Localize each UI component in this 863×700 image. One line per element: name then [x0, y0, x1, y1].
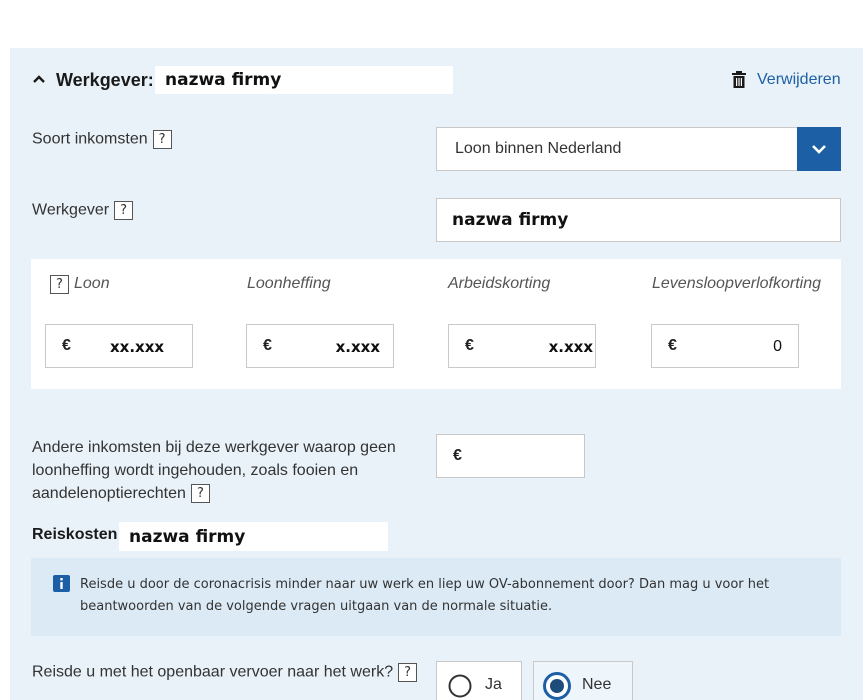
- help-icon[interactable]: ?: [152, 130, 172, 149]
- radio-checked-icon: [543, 672, 571, 700]
- public-transport-question: Reisde u met het openbaar vervoer naar h…: [32, 663, 418, 682]
- leave-credit-value: 0: [773, 338, 782, 355]
- euro-sign: €: [263, 337, 272, 354]
- tax-input[interactable]: € x.xxx: [246, 324, 394, 368]
- labour-credit-input[interactable]: € x.xxx: [448, 324, 596, 368]
- employer-name-box: nazwa firmy: [155, 66, 453, 94]
- labour-credit-column-label: Arbeidskorting: [448, 275, 551, 292]
- select-toggle-button[interactable]: [797, 127, 841, 171]
- travel-costs-heading: Reiskosten: [32, 526, 118, 543]
- other-income-input[interactable]: €: [436, 434, 585, 478]
- euro-sign: €: [62, 337, 71, 354]
- employer-input-value: nazwa firmy: [452, 210, 569, 230]
- euro-sign: €: [465, 337, 474, 354]
- travel-employer-name: nazwa firmy: [129, 527, 246, 547]
- employer-label: Werkgever?: [32, 201, 134, 220]
- radio-option-ja[interactable]: Ja: [436, 661, 522, 700]
- info-icon: [53, 575, 70, 592]
- income-type-label: Soort inkomsten?: [32, 130, 172, 149]
- wage-input[interactable]: € xx.xxx: [45, 324, 193, 368]
- chevron-down-icon: [812, 145, 826, 154]
- income-type-value: Loon binnen Nederland: [455, 140, 622, 157]
- remove-button[interactable]: Verwijderen: [757, 71, 841, 89]
- help-icon[interactable]: ?: [190, 484, 210, 504]
- radio-option-nee[interactable]: Nee: [533, 661, 633, 700]
- chevron-up-icon[interactable]: [32, 72, 46, 86]
- income-type-select[interactable]: Loon binnen Nederland: [436, 127, 841, 171]
- info-box: Reisde u door de coronacrisis minder naa…: [31, 558, 841, 636]
- other-income-label: Andere inkomsten bij deze werkgever waar…: [32, 439, 396, 504]
- labour-credit-value: x.xxx: [548, 338, 593, 356]
- radio-label-ja: Ja: [485, 676, 502, 693]
- help-icon[interactable]: ?: [50, 275, 69, 294]
- euro-sign: €: [453, 447, 462, 464]
- info-text: Reisde u door de coronacrisis minder naa…: [80, 577, 770, 614]
- wage-column-label: Loon: [74, 275, 110, 292]
- section-title: Werkgever:: [56, 70, 154, 90]
- radio-label-nee: Nee: [582, 676, 612, 693]
- radio-unchecked-icon: [448, 674, 472, 698]
- tax-column-label: Loonheffing: [247, 275, 331, 292]
- help-icon[interactable]: ?: [398, 663, 418, 682]
- employer-input[interactable]: nazwa firmy: [436, 198, 841, 242]
- euro-sign: €: [668, 337, 677, 354]
- leave-credit-input[interactable]: € 0: [651, 324, 799, 368]
- travel-employer-box: nazwa firmy: [119, 522, 388, 551]
- leave-credit-column-label: Levensloopverlofkorting: [652, 275, 821, 292]
- employer-name: nazwa firmy: [165, 70, 282, 90]
- help-icon[interactable]: ?: [114, 201, 134, 220]
- wage-value: xx.xxx: [110, 338, 165, 356]
- tax-value: x.xxx: [335, 338, 380, 356]
- trash-icon[interactable]: [731, 71, 747, 89]
